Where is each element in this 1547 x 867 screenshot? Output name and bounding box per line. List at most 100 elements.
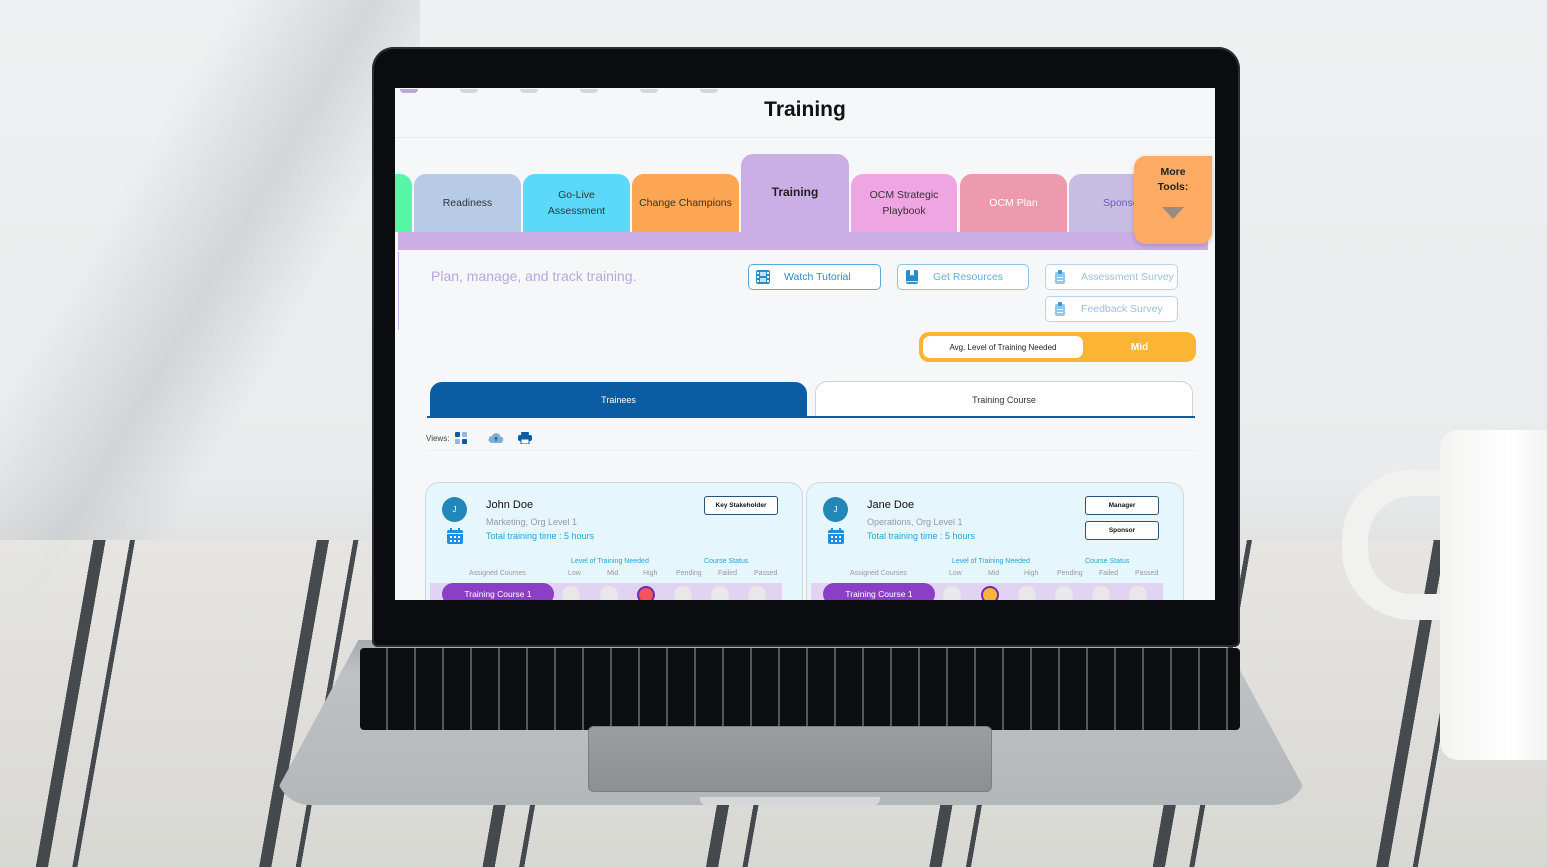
trainee-name: John Doe — [486, 499, 534, 511]
print-icon[interactable] — [518, 432, 533, 444]
caret-down-icon — [1162, 207, 1184, 219]
level-low-radio[interactable] — [562, 586, 580, 600]
clipboard-icon — [1055, 302, 1065, 316]
views-label: Views: — [426, 433, 450, 443]
course-row: Training Course 1 — [811, 583, 1163, 600]
col-high: High — [1024, 570, 1039, 577]
course-name-pill[interactable]: Training Course 1 — [442, 583, 554, 600]
level-needed-header: Level of Training Needed — [952, 558, 1030, 565]
col-low: Low — [949, 570, 962, 577]
role-badge-key-stakeholder[interactable]: Key Stakeholder — [704, 496, 778, 515]
status-pending-radio[interactable] — [1055, 586, 1073, 600]
more-tools-label-1: More — [1160, 166, 1186, 178]
cloud-upload-icon[interactable] — [488, 432, 504, 444]
tab-training[interactable]: Training — [741, 154, 849, 232]
trainee-training-time: Total training time : 5 hours — [867, 531, 976, 541]
tab-trainees[interactable]: Trainees — [430, 382, 807, 417]
col-high: High — [643, 570, 658, 577]
trainee-name: Jane Doe — [867, 499, 915, 511]
nav-dot[interactable] — [580, 89, 598, 93]
tab-change-champions[interactable]: Change Champions — [632, 174, 739, 232]
page-title: Training — [764, 98, 846, 121]
watch-tutorial-button[interactable]: Watch Tutorial — [748, 264, 881, 290]
top-nav-dots — [395, 88, 1215, 96]
nav-dot[interactable] — [700, 89, 718, 93]
trainee-training-time: Total training time : 5 hours — [486, 531, 595, 541]
calendar-icon[interactable] — [447, 528, 463, 544]
level-needed-header: Level of Training Needed — [571, 558, 649, 565]
tab-underline — [427, 416, 1195, 418]
assessment-survey-button[interactable]: Assessment Survey — [1045, 264, 1178, 290]
tab-go-live-assessment[interactable]: Go-Live Assessment — [523, 174, 630, 232]
role-badge-manager[interactable]: Manager — [1085, 496, 1159, 515]
divider — [395, 137, 1215, 138]
nav-dot[interactable] — [460, 89, 478, 93]
tool-tabs: Readiness Go-Live Assessment Change Cham… — [395, 148, 1215, 252]
laptop-trackpad — [588, 726, 992, 792]
nav-dot[interactable] — [520, 89, 538, 93]
status-passed-radio[interactable] — [1129, 586, 1147, 600]
page-subtitle: Plan, manage, and track training. — [431, 268, 637, 284]
avatar: J — [442, 497, 467, 522]
level-high-radio-selected[interactable] — [637, 586, 655, 600]
watch-tutorial-label: Watch Tutorial — [784, 271, 851, 283]
assigned-courses-header: Assigned Courses — [469, 570, 526, 577]
avg-training-value: Mid — [1130, 341, 1149, 353]
avg-training-level-indicator: Avg. Level of Training Needed Mid — [919, 332, 1196, 362]
feedback-survey-label: Feedback Survey — [1081, 303, 1163, 315]
tab-partial[interactable] — [395, 174, 412, 232]
col-pending: Pending — [676, 570, 702, 577]
divider — [426, 450, 1196, 451]
assigned-courses-header: Assigned Courses — [850, 570, 907, 577]
course-status-header: Course Status — [704, 558, 749, 565]
level-mid-radio-selected[interactable] — [981, 586, 999, 600]
get-resources-button[interactable]: Get Resources — [897, 264, 1029, 290]
col-mid: Mid — [988, 570, 1000, 577]
laptop-keyboard — [360, 648, 1240, 730]
tab-ocm-plan[interactable]: OCM Plan — [960, 174, 1067, 232]
calendar-icon[interactable] — [828, 528, 844, 544]
level-high-radio[interactable] — [1018, 586, 1036, 600]
views-toolbar: Views: — [426, 432, 533, 444]
course-row: Training Course 1 — [430, 583, 782, 600]
feedback-survey-button[interactable]: Feedback Survey — [1045, 296, 1178, 322]
trainee-card[interactable]: J Jane Doe Operations, Org Level 1 Total… — [806, 482, 1184, 600]
trainee-department: Marketing, Org Level 1 — [486, 517, 578, 527]
tab-readiness[interactable]: Readiness — [414, 174, 521, 232]
status-pending-radio[interactable] — [674, 586, 692, 600]
col-failed: Failed — [718, 570, 738, 577]
avatar: J — [823, 497, 848, 522]
left-accent-line — [398, 252, 399, 330]
active-tab-bar — [398, 232, 1208, 250]
trainee-department: Operations, Org Level 1 — [867, 517, 963, 527]
col-failed: Failed — [1099, 570, 1119, 577]
coffee-mug — [1440, 430, 1547, 760]
clipboard-icon — [1055, 270, 1065, 284]
col-passed: Passed — [754, 570, 778, 577]
status-failed-radio[interactable] — [1092, 586, 1110, 600]
tab-ocm-strategic-playbook[interactable]: OCM Strategic Playbook — [851, 174, 957, 232]
level-low-radio[interactable] — [943, 586, 961, 600]
book-icon — [906, 270, 918, 284]
course-name-pill[interactable]: Training Course 1 — [823, 583, 935, 600]
assessment-survey-label: Assessment Survey — [1081, 271, 1174, 283]
tab-training-course[interactable]: Training Course — [815, 381, 1193, 417]
col-passed: Passed — [1135, 570, 1159, 577]
more-tools-label-2: Tools: — [1157, 181, 1189, 193]
laptop-notch — [700, 797, 880, 805]
col-low: Low — [568, 570, 581, 577]
film-icon — [756, 270, 770, 284]
get-resources-label: Get Resources — [933, 271, 1004, 283]
nav-dot[interactable] — [640, 89, 658, 93]
more-tools-button[interactable]: More Tools: — [1134, 156, 1212, 244]
status-passed-radio[interactable] — [748, 586, 766, 600]
col-mid: Mid — [607, 570, 619, 577]
level-mid-radio[interactable] — [600, 586, 618, 600]
trainee-card[interactable]: J John Doe Marketing, Org Level 1 Total … — [425, 482, 803, 600]
app-screen: Training Readiness Go-Live Assessment Ch… — [395, 88, 1215, 600]
wall-shadow — [0, 0, 420, 620]
nav-dot[interactable] — [400, 89, 418, 93]
grid-view-icon[interactable] — [455, 432, 468, 444]
status-failed-radio[interactable] — [711, 586, 729, 600]
role-badge-sponsor[interactable]: Sponsor — [1085, 521, 1159, 540]
